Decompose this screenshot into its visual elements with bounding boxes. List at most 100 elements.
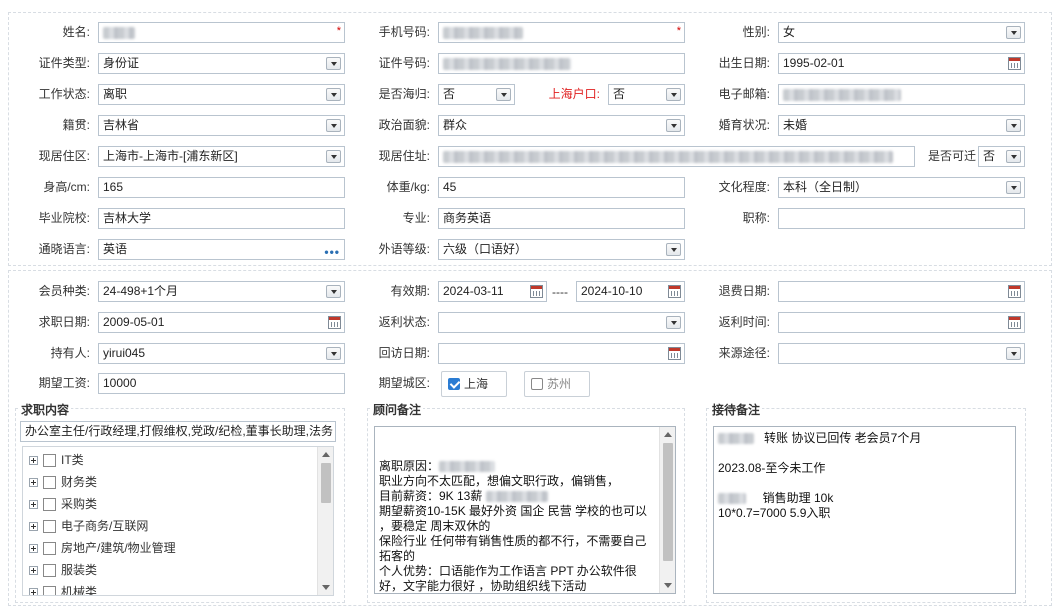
city-checkbox-suzhou[interactable]: 苏州 xyxy=(524,371,590,397)
education-select[interactable]: 本科（全日制） xyxy=(778,177,1025,198)
calendar-icon[interactable] xyxy=(668,285,681,298)
checkbox-icon[interactable] xyxy=(43,454,56,468)
checkbox-unchecked-icon[interactable] xyxy=(531,378,543,390)
major-input[interactable]: 商务英语 xyxy=(438,208,685,229)
calendar-icon[interactable] xyxy=(668,347,681,360)
chevron-down-icon[interactable] xyxy=(326,347,341,360)
residence-area-label: 现居住区: xyxy=(38,149,90,163)
scroll-thumb[interactable] xyxy=(663,443,673,561)
chevron-down-icon[interactable] xyxy=(1006,26,1021,39)
checkbox-icon[interactable] xyxy=(43,542,56,556)
scroll-up-icon[interactable] xyxy=(322,452,330,457)
residence-area-select[interactable]: 上海市-上海市-[浦东新区] xyxy=(98,146,345,167)
more-icon[interactable]: ••• xyxy=(324,243,340,259)
tree-item[interactable]: 财务类 xyxy=(29,471,97,493)
language-input[interactable]: 英语 ••• xyxy=(98,239,345,260)
returnee-select[interactable]: 否 xyxy=(438,84,515,105)
tree-item[interactable]: 采购类 xyxy=(29,493,97,515)
tree-scrollbar[interactable] xyxy=(317,447,333,595)
reception-note-textarea[interactable]: 转账 协议已回传 老会员7个月 2023.08-至今未工作 销售助理 10k 1… xyxy=(713,426,1016,594)
expand-icon[interactable] xyxy=(29,566,38,576)
checkbox-icon[interactable] xyxy=(43,586,56,595)
calendar-icon[interactable] xyxy=(328,316,341,329)
height-label: 身高/cm: xyxy=(43,180,90,194)
work-status-select[interactable]: 离职 xyxy=(98,84,345,105)
city-checkbox-shanghai[interactable]: 上海 xyxy=(441,371,507,397)
calendar-icon[interactable] xyxy=(1008,57,1021,70)
checkbox-icon[interactable] xyxy=(43,476,56,490)
tree-item[interactable]: 机械类 xyxy=(29,581,97,595)
note-scrollbar[interactable] xyxy=(659,427,675,593)
scroll-thumb[interactable] xyxy=(321,463,331,503)
chevron-down-icon[interactable] xyxy=(326,119,341,132)
tree-item[interactable]: 服装类 xyxy=(29,559,97,581)
valid-from-input[interactable]: 2024-03-11 xyxy=(438,281,547,302)
expand-icon[interactable] xyxy=(29,522,38,532)
weight-input[interactable]: 45 xyxy=(438,177,685,198)
rebate-status-select[interactable] xyxy=(438,312,685,333)
tree-item[interactable]: 电子商务/互联网 xyxy=(29,515,148,537)
expand-icon[interactable] xyxy=(29,500,38,510)
consultant-note-textarea[interactable]: 离职原因： 职业方向不太匹配，想偏文职行政，偏销售， 目前薪资：9K 13薪 期… xyxy=(374,426,676,594)
chevron-down-icon[interactable] xyxy=(326,57,341,70)
calendar-icon[interactable] xyxy=(530,285,543,298)
gender-select[interactable]: 女 xyxy=(778,22,1025,43)
political-select[interactable]: 群众 xyxy=(438,115,685,136)
marital-select[interactable]: 未婚 xyxy=(778,115,1025,136)
email-input[interactable] xyxy=(778,84,1025,105)
calendar-icon[interactable] xyxy=(1008,316,1021,329)
expand-icon[interactable] xyxy=(29,544,38,554)
job-content-selected-input[interactable]: 办公室主任/行政经理,打假维权,党政/纪检,董事长助理,法务 xyxy=(20,421,336,442)
birth-date-input[interactable]: 1995-02-01 xyxy=(778,53,1025,74)
refund-date-input[interactable] xyxy=(778,281,1025,302)
valid-to-input[interactable]: 2024-10-10 xyxy=(576,281,685,302)
name-input[interactable]: * xyxy=(98,22,345,43)
tree-item[interactable]: IT类 xyxy=(29,449,84,471)
chevron-down-icon[interactable] xyxy=(496,88,511,101)
rebate-time-input[interactable] xyxy=(778,312,1025,333)
expand-icon[interactable] xyxy=(29,478,38,488)
calendar-icon[interactable] xyxy=(1008,285,1021,298)
fl-level-select[interactable]: 六级（口语好） xyxy=(438,239,685,260)
job-date-input[interactable]: 2009-05-01 xyxy=(98,312,345,333)
chevron-down-icon[interactable] xyxy=(1006,347,1021,360)
relocate-select[interactable]: 否 xyxy=(978,146,1025,167)
checkbox-icon[interactable] xyxy=(43,564,56,578)
chevron-down-icon[interactable] xyxy=(1006,150,1021,163)
checkbox-checked-icon[interactable] xyxy=(448,378,460,390)
height-input[interactable]: 165 xyxy=(98,177,345,198)
title-input[interactable] xyxy=(778,208,1025,229)
native-select[interactable]: 吉林省 xyxy=(98,115,345,136)
residence-addr-input[interactable] xyxy=(438,146,915,167)
visit-date-input[interactable] xyxy=(438,343,685,364)
chevron-down-icon[interactable] xyxy=(666,88,681,101)
id-type-select[interactable]: 身份证 xyxy=(98,53,345,74)
shanghai-hukou-select[interactable]: 否 xyxy=(608,84,685,105)
expand-icon[interactable] xyxy=(29,588,38,595)
chevron-down-icon[interactable] xyxy=(1006,181,1021,194)
source-select[interactable] xyxy=(778,343,1025,364)
id-no-input[interactable] xyxy=(438,53,685,74)
mobile-label: 手机号码: xyxy=(378,25,430,39)
chevron-down-icon[interactable] xyxy=(666,119,681,132)
tree-item[interactable]: 房地产/建筑/物业管理 xyxy=(29,537,176,559)
salary-input[interactable]: 10000 xyxy=(98,373,345,394)
chevron-down-icon[interactable] xyxy=(1006,119,1021,132)
chevron-down-icon[interactable] xyxy=(666,316,681,329)
scroll-down-icon[interactable] xyxy=(322,585,330,590)
holder-select[interactable]: yirui045 xyxy=(98,343,345,364)
scroll-down-icon[interactable] xyxy=(664,583,672,588)
school-input[interactable]: 吉林大学 xyxy=(98,208,345,229)
member-type-select[interactable]: 24-498+1个月 xyxy=(98,281,345,302)
checkbox-icon[interactable] xyxy=(43,498,56,512)
checkbox-icon[interactable] xyxy=(43,520,56,534)
chevron-down-icon[interactable] xyxy=(326,285,341,298)
scroll-up-icon[interactable] xyxy=(664,432,672,437)
chevron-down-icon[interactable] xyxy=(666,243,681,256)
chevron-down-icon[interactable] xyxy=(326,88,341,101)
expand-icon[interactable] xyxy=(29,456,38,466)
chevron-down-icon[interactable] xyxy=(326,150,341,163)
job-date-label: 求职日期: xyxy=(38,315,90,329)
mobile-input[interactable]: * xyxy=(438,22,685,43)
redacted-email xyxy=(783,88,901,101)
